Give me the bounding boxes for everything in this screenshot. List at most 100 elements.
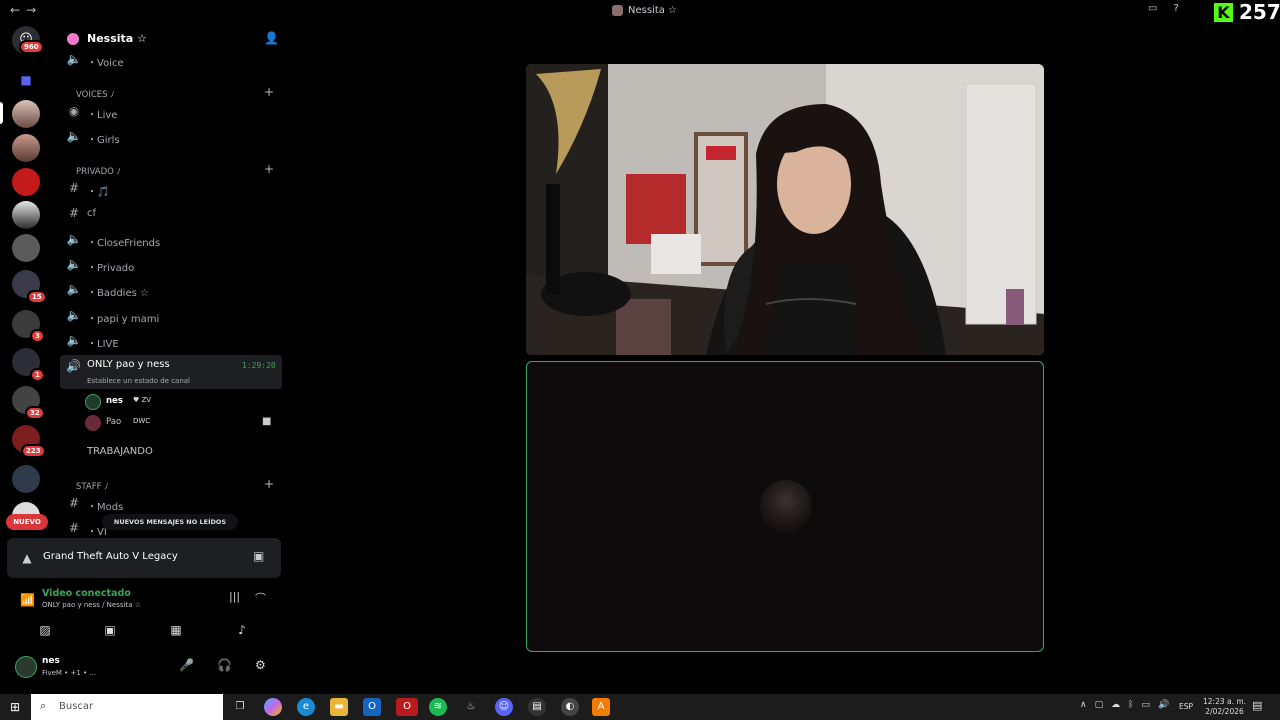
unread-badge: 223 [21,444,46,458]
camera-icon: ■ [262,416,272,427]
video-tile-camera[interactable] [526,64,1044,355]
active-voice-channel[interactable]: 🔊 ONLY pao y ness 1:29:20 Establece un e… [60,355,282,389]
obs-icon[interactable]: ◐ [561,698,579,716]
channel-papi[interactable]: 🔈 ・papi y mami [56,305,282,327]
network-icon[interactable]: ▭ [1142,700,1151,710]
screen-share-icon[interactable]: ▣ [100,620,120,640]
copilot-icon[interactable] [264,698,282,716]
channel-trabajando[interactable]: TRABAJANDO [56,441,282,463]
add-channel-icon[interactable]: + [264,85,274,99]
channel-mods[interactable]: # ・Mods [56,493,282,515]
channel-cf[interactable]: # cf [56,203,282,225]
volume-icon[interactable]: 🔊 [1158,700,1169,710]
unread-badge: 32 [25,406,45,420]
add-member-icon[interactable]: 👤 [264,31,279,45]
speaker-icon: 🔈 [66,232,82,246]
speaker-icon: 🔊 [66,359,81,373]
outlook-icon[interactable]: O [363,698,381,716]
clock[interactable]: 12:23 a. m. 2/02/2026 [1203,697,1246,717]
new-servers-pill[interactable]: NUEVO [6,514,48,530]
channel-music[interactable]: # ・🎵 [56,178,282,200]
title-bar: ← → Nessita ☆ ▭ ? K 257 [0,0,1280,22]
signal-icon: 📶 [20,593,35,607]
channel-closefriends[interactable]: 🔈 ・CloseFriends [56,229,282,251]
discord-icon[interactable]: ☺ [495,698,513,716]
title-icons: ▭ ? [1148,3,1179,14]
channel-baddies[interactable]: 🔈 ・Baddies ☆ [56,279,282,301]
channel-voice[interactable]: 🔈 ・Voice [56,49,282,71]
soundboard-icon[interactable]: ♪ [232,620,252,640]
channel-live2[interactable]: 🔈 ・LIVE [56,330,282,352]
help-icon[interactable]: ? [1173,3,1178,14]
voice-member[interactable]: Pao DWC ■ [82,414,282,432]
new-messages-pill[interactable]: NUEVOS MENSAJES NO LEÍDOS [102,514,238,530]
arrow-right-icon[interactable]: → [26,3,36,17]
task-view-icon[interactable]: ❐ [231,698,249,716]
bluetooth-icon[interactable]: ᛒ [1128,700,1133,710]
steam-icon[interactable]: ♨ [462,698,480,716]
unread-badge: 1 [30,368,45,382]
server-icon[interactable] [12,465,40,493]
activities-icon[interactable]: ▦ [166,620,186,640]
category-privado[interactable]: PRIVADO ﾉ + [56,161,282,179]
inbox-icon[interactable]: ▭ [1148,3,1157,14]
spotify-icon[interactable]: ≋ [429,698,447,716]
chevron-up-icon[interactable]: ∧ [1080,700,1087,710]
notification-icon[interactable]: ▤ [1252,699,1262,712]
microphone-icon[interactable]: 🎤 [179,658,194,672]
video-stage [288,22,1280,688]
avatar[interactable] [15,656,37,678]
camera-off-icon[interactable]: ▨ [35,620,55,640]
speaker-icon: 🔈 [66,129,82,143]
home-badge: 960 [19,40,44,54]
app-icon[interactable]: A [592,698,610,716]
edge-icon[interactable]: e [297,698,315,716]
tray-app-icon[interactable]: ▢ [1095,700,1104,710]
folder-icon[interactable]: ■ [12,66,40,94]
voice-channel-path[interactable]: ONLY pao y ness / Nessita ☆ [42,601,141,609]
hashtag-icon: # [68,181,80,195]
game-icon: ▲ [22,551,32,565]
voice-status[interactable]: Video conectado [42,588,131,599]
category-voices[interactable]: VOICES ﾉ + [56,84,282,102]
server-nessita[interactable] [12,100,40,128]
username[interactable]: nes [42,656,60,666]
server-icon[interactable] [12,134,40,162]
server-icon[interactable] [12,168,40,196]
server-icon[interactable] [12,201,40,229]
gear-icon[interactable]: ⚙ [255,658,266,672]
headphones-icon[interactable]: 🎧 [217,658,232,672]
app-icon[interactable]: ▤ [528,698,546,716]
unread-badge: 3 [30,329,45,343]
kick-viewer-count: 257 [1239,0,1280,24]
channel-live[interactable]: ◉ ・Live [56,101,282,123]
search-icon: ⌕ [40,699,47,712]
add-channel-icon[interactable]: + [264,477,274,491]
language-indicator[interactable]: ESP [1179,702,1193,711]
server-name: Nessita ☆ [87,32,147,45]
category-staff[interactable]: STAFF ﾉ + [56,476,282,494]
voice-member[interactable]: nes ♥ ZV [82,393,282,411]
windows-start-icon[interactable]: ⊞ [10,700,20,714]
system-tray: ∧ ▢ ☁ ᛒ ▭ 🔊 [1080,700,1169,710]
server-header[interactable]: Nessita ☆ 👤 [56,28,288,50]
active-channel-name: ONLY pao y ness [87,359,170,370]
cloud-icon[interactable]: ☁ [1111,700,1120,710]
add-channel-icon[interactable]: + [264,162,274,176]
video-tile-participant[interactable] [526,361,1044,652]
channel-girls[interactable]: 🔈 ・Girls [56,126,282,148]
participant-avatar [760,480,812,532]
channel-privado[interactable]: 🔈 ・Privado [56,254,282,276]
server-icon[interactable] [12,234,40,262]
voice-connection-panel: 📶 Video conectado ONLY pao y ness / Ness… [7,580,281,644]
windows-taskbar: ⊞ ⌕ Buscar ❐ e ▬ O O ≋ ♨ ☺ ▤ ◐ A ∧ ▢ ☁ ᛒ… [0,694,1280,720]
disconnect-icon[interactable]: ⌒ [255,590,266,606]
channel-status[interactable]: Establece un estado de canal [87,377,190,385]
game-activity-panel: ▲ Grand Theft Auto V Legacy ▣ [7,538,281,578]
noise-suppression-icon[interactable]: ||| [229,590,240,603]
file-explorer-icon[interactable]: ▬ [330,698,348,716]
stream-game-icon[interactable]: ▣ [253,549,264,563]
arrow-left-icon[interactable]: ← [10,3,20,17]
taskbar-search[interactable]: ⌕ Buscar [31,694,223,720]
opera-icon[interactable]: O [396,698,418,716]
